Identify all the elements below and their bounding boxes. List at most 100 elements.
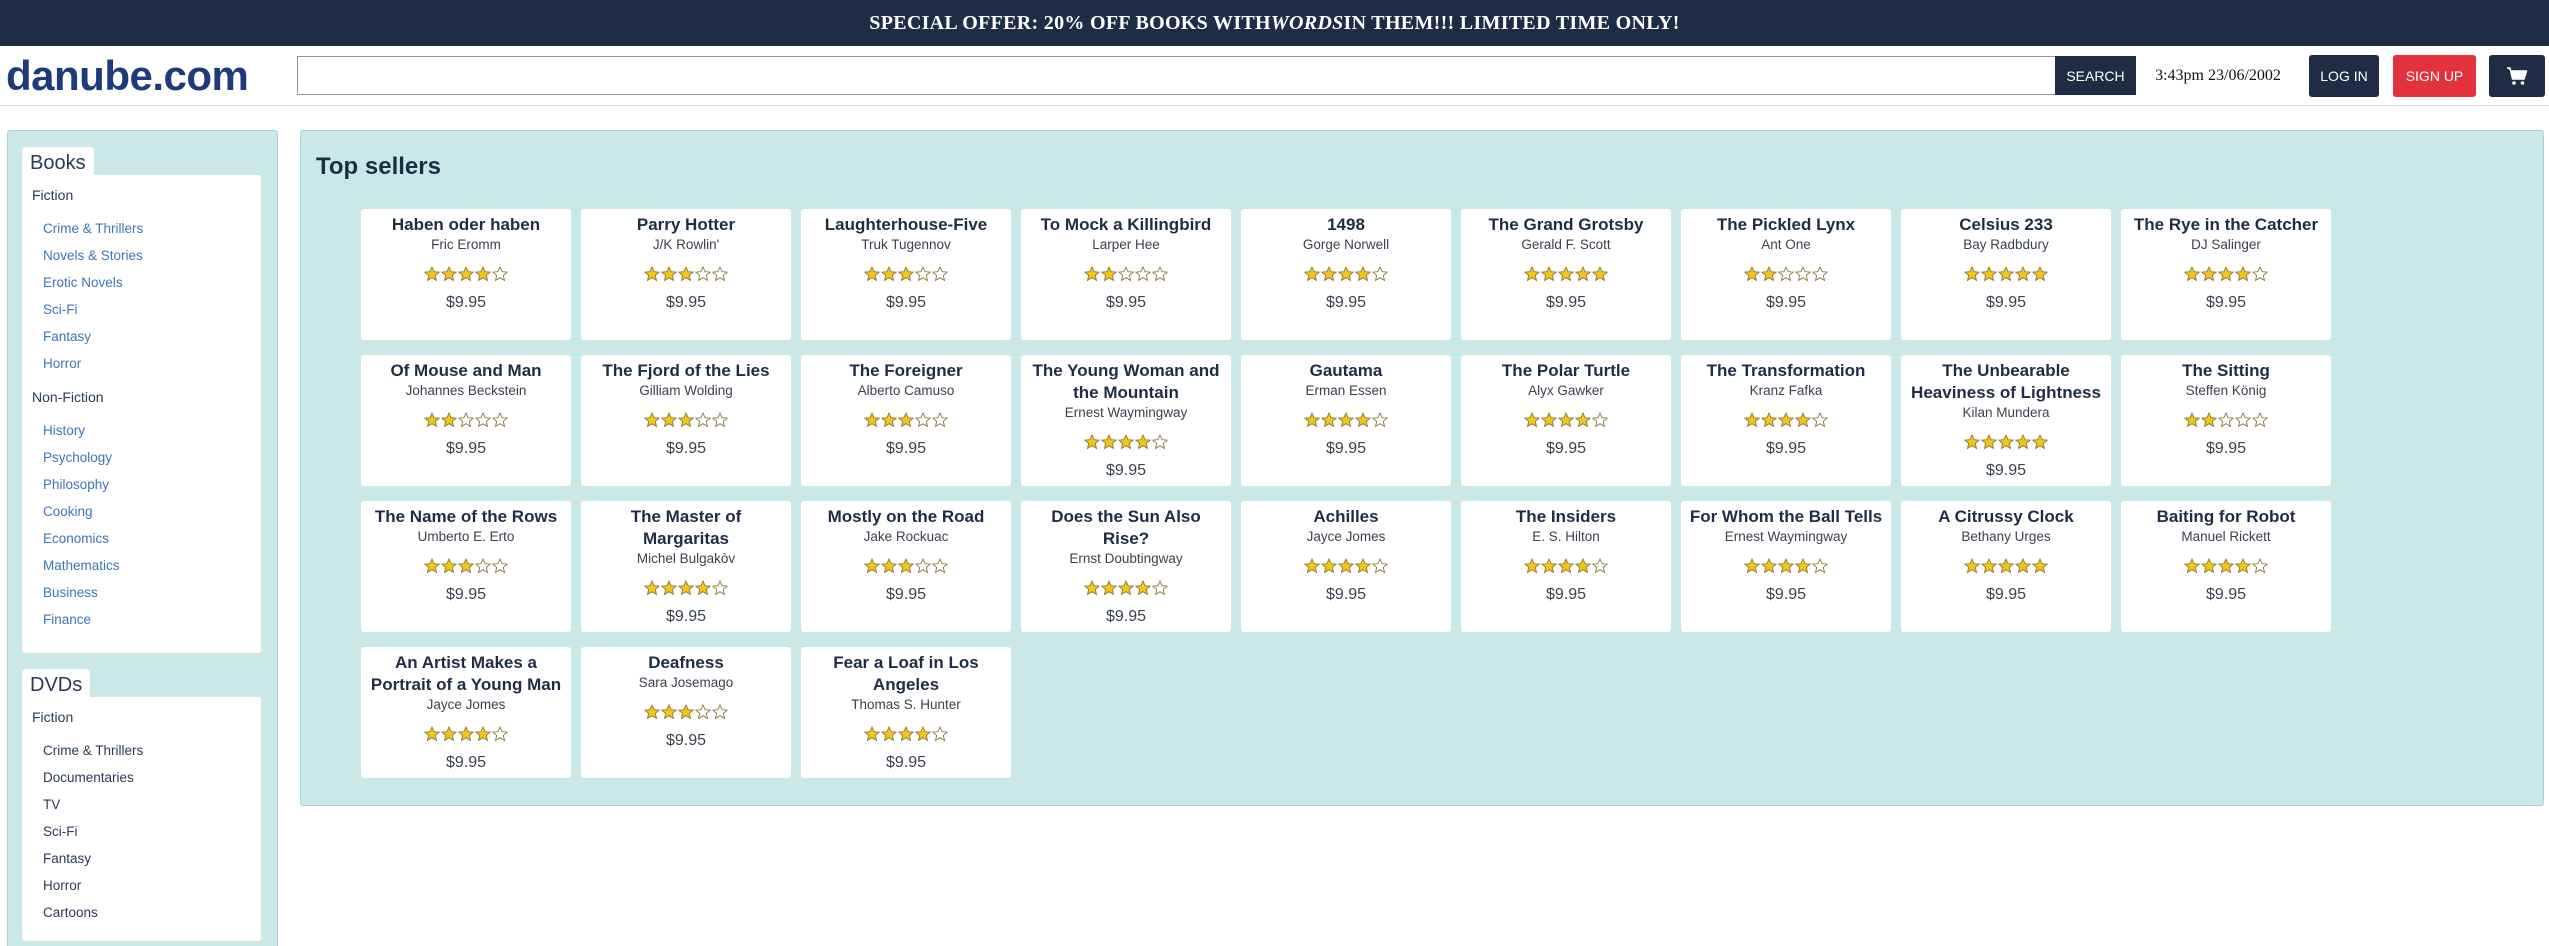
book-title[interactable]: Of Mouse and Man [361, 360, 571, 382]
book-title[interactable]: The Grand Grotsby [1461, 214, 1671, 236]
category-link[interactable]: Economics [43, 531, 109, 546]
book-card[interactable]: The Polar Turtle Alyx Gawker $9.95 [1461, 355, 1671, 486]
book-card[interactable]: The Young Woman and the Mountain Ernest W… [1021, 355, 1231, 486]
book-card[interactable]: Does the Sun Also Rise? Ernst Doubtingway… [1021, 501, 1231, 632]
site-logo[interactable]: danube.com [6, 52, 249, 100]
category-link[interactable]: Psychology [43, 450, 112, 465]
book-title[interactable]: A Citrussy Clock [1901, 506, 2111, 528]
book-card[interactable]: For Whom the Ball Tells Ernest Waymingway… [1681, 501, 1891, 632]
book-card[interactable]: Gautama Erman Essen $9.95 [1241, 355, 1451, 486]
book-title[interactable]: Celsius 233 [1901, 214, 2111, 236]
book-card[interactable]: The Rye in the Catcher DJ Salinger $9.95 [2121, 209, 2331, 340]
star-rating [1681, 266, 1891, 284]
book-card[interactable]: The Pickled Lynx Ant One $9.95 [1681, 209, 1891, 340]
book-title[interactable]: The Young Woman and the Mountain [1021, 360, 1231, 404]
book-card[interactable]: The Master of Margaritas Michel Bulgakòv $… [581, 501, 791, 632]
star-icon [1084, 580, 1100, 596]
book-title[interactable]: The Name of the Rows [361, 506, 571, 528]
star-icon [1778, 412, 1794, 428]
book-card[interactable]: A Citrussy Clock Bethany Urges $9.95 [1901, 501, 2111, 632]
book-card[interactable]: The Foreigner Alberto Camuso $9.95 [801, 355, 1011, 486]
book-title[interactable]: Achilles [1241, 506, 1451, 528]
star-rating [361, 412, 571, 430]
book-title[interactable]: Laughterhouse-Five [801, 214, 1011, 236]
category-link[interactable]: Sci-Fi [43, 824, 78, 839]
category-link[interactable]: History [43, 423, 85, 438]
book-title[interactable]: For Whom the Ball Tells [1681, 506, 1891, 528]
search-button[interactable]: SEARCH [2055, 56, 2136, 95]
book-card[interactable]: Mostly on the Road Jake Rockuac $9.95 [801, 501, 1011, 632]
book-card[interactable]: Laughterhouse-Five Truk Tugennov $9.95 [801, 209, 1011, 340]
star-icon [475, 412, 491, 428]
book-title[interactable]: Parry Hotter [581, 214, 791, 236]
star-icon [1152, 434, 1168, 450]
category-link[interactable]: Fantasy [43, 329, 91, 344]
sign-up-button[interactable]: SIGN UP [2393, 55, 2476, 97]
category-link[interactable]: Crime & Thrillers [43, 743, 143, 758]
category-link[interactable]: Cooking [43, 504, 93, 519]
book-title[interactable]: To Mock a Killingbird [1021, 214, 1231, 236]
book-title[interactable]: The Polar Turtle [1461, 360, 1671, 382]
category-link[interactable]: Documentaries [43, 770, 134, 785]
book-card[interactable]: The Name of the Rows Umberto E. Erto $9.95 [361, 501, 571, 632]
category-link[interactable]: Novels & Stories [43, 248, 143, 263]
category-link[interactable]: Mathematics [43, 558, 120, 573]
book-title[interactable]: The Fjord of the Lies [581, 360, 791, 382]
category-link[interactable]: Horror [43, 878, 81, 893]
book-card[interactable]: To Mock a Killingbird Larper Hee $9.95 [1021, 209, 1231, 340]
book-card[interactable]: Of Mouse and Man Johannes Beckstein $9.95 [361, 355, 571, 486]
book-title[interactable]: The Transformation [1681, 360, 1891, 382]
log-in-button[interactable]: LOG IN [2309, 55, 2379, 97]
book-card[interactable]: 1498 Gorge Norwell $9.95 [1241, 209, 1451, 340]
book-card[interactable]: The Fjord of the Lies Gilliam Wolding $9.9… [581, 355, 791, 486]
book-card[interactable]: Celsius 233 Bay Radbdury $9.95 [1901, 209, 2111, 340]
book-title[interactable]: Fear a Loaf in Los Angeles [801, 652, 1011, 696]
book-author: Manuel Rickett [2181, 529, 2271, 544]
category-link[interactable]: Sci-Fi [43, 302, 78, 317]
star-icon [1558, 266, 1574, 282]
book-card[interactable]: An Artist Makes a Portrait of a Young Ma… [361, 647, 571, 778]
category-link[interactable]: Philosophy [43, 477, 109, 492]
star-icon [1304, 412, 1320, 428]
cart-button[interactable] [2489, 55, 2545, 97]
book-card[interactable]: The Insiders E. S. Hilton $9.95 [1461, 501, 1671, 632]
book-title[interactable]: The Rye in the Catcher [2121, 214, 2331, 236]
search-input[interactable] [297, 56, 2055, 95]
book-title[interactable]: The Foreigner [801, 360, 1011, 382]
category-link[interactable]: Cartoons [43, 905, 98, 920]
book-card[interactable]: Achilles Jayce Jomes $9.95 [1241, 501, 1451, 632]
book-card[interactable]: Deafness Sara Josemago $9.95 [581, 647, 791, 778]
category-sidebar: Books Fiction Crime & Thrillers Novels &… [7, 130, 278, 946]
book-title[interactable]: An Artist Makes a Portrait of a Young Ma… [361, 652, 571, 696]
book-title[interactable]: Does the Sun Also Rise? [1021, 506, 1231, 550]
category-link[interactable]: Erotic Novels [43, 275, 123, 290]
book-card[interactable]: The Unbearable Heaviness of Lightness Kil… [1901, 355, 2111, 486]
star-rating [1681, 558, 1891, 576]
book-card[interactable]: The Grand Grotsby Gerald F. Scott $9.95 [1461, 209, 1671, 340]
book-title[interactable]: Deafness [581, 652, 791, 674]
book-title[interactable]: The Master of Margaritas [581, 506, 791, 550]
star-icon [1321, 412, 1337, 428]
book-title[interactable]: The Sitting [2121, 360, 2331, 382]
book-title[interactable]: The Pickled Lynx [1681, 214, 1891, 236]
star-rating [2121, 266, 2331, 284]
category-link[interactable]: Horror [43, 356, 81, 371]
book-card[interactable]: Haben oder haben Fric Eromm $9.95 [361, 209, 571, 340]
book-card[interactable]: Fear a Loaf in Los Angeles Thomas S. Hunt… [801, 647, 1011, 778]
category-link[interactable]: Crime & Thrillers [43, 221, 143, 236]
category-link[interactable]: Fantasy [43, 851, 91, 866]
book-card[interactable]: The Sitting Steffen König $9.95 [2121, 355, 2331, 486]
book-card[interactable]: The Transformation Kranz Fafka $9.95 [1681, 355, 1891, 486]
book-card[interactable]: Parry Hotter J/K Rowlin' $9.95 [581, 209, 791, 340]
book-title[interactable]: Baiting for Robot [2121, 506, 2331, 528]
book-card[interactable]: Baiting for Robot Manuel Rickett $9.95 [2121, 501, 2331, 632]
book-title[interactable]: Mostly on the Road [801, 506, 1011, 528]
book-title[interactable]: 1498 [1241, 214, 1451, 236]
category-link[interactable]: TV [43, 797, 60, 812]
category-link[interactable]: Finance [43, 612, 91, 627]
book-title[interactable]: The Insiders [1461, 506, 1671, 528]
book-title[interactable]: Gautama [1241, 360, 1451, 382]
category-link[interactable]: Business [43, 585, 98, 600]
book-title[interactable]: The Unbearable Heaviness of Lightness [1901, 360, 2111, 404]
book-title[interactable]: Haben oder haben [361, 214, 571, 236]
